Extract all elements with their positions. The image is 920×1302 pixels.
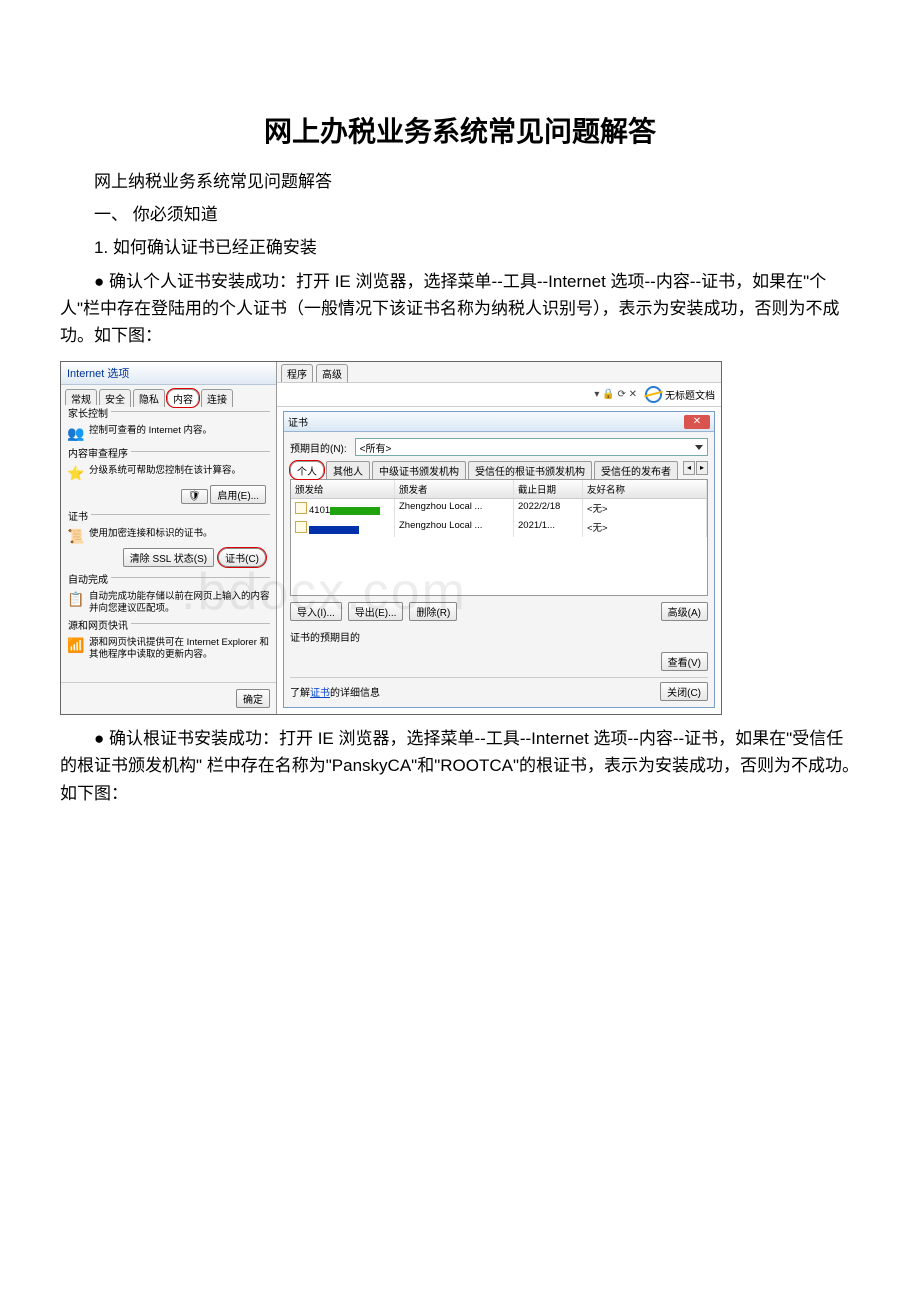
learn-link[interactable]: 证书 <box>310 688 330 699</box>
cert-tab-trusted-root[interactable]: 受信任的根证书颁发机构 <box>468 461 592 479</box>
purpose-dropdown[interactable]: <所有> <box>355 438 708 456</box>
close-icon[interactable]: ✕ <box>684 415 710 429</box>
learn-more-text: 了解证书的详细信息 <box>290 684 380 699</box>
clear-ssl-button[interactable]: 清除 SSL 状态(S) <box>123 548 214 567</box>
purpose-value: <所有> <box>360 440 392 455</box>
rss-icon: 📶 <box>67 637 85 655</box>
group-rating: 内容审查程序 ⭐ 分级系统可帮助您控制在该计算容。 🛡 启用(E)... <box>67 451 270 506</box>
cert-row[interactable]: 4101 Zhengzhou Local ... 2022/2/18 <无> <box>291 499 707 518</box>
group-family: 家长控制 👥 控制可查看的 Internet 内容。 <box>67 411 270 443</box>
internet-options-dialog: Internet 选项 常规 安全 隐私 内容 连接 家长控制 👥 控制可查看的… <box>61 362 277 714</box>
row1-expires: 2021/1... <box>514 518 583 537</box>
certificates-button[interactable]: 证书(C) <box>218 548 266 567</box>
certificates-dialog: 证书 ✕ 预期目的(N): <所有> 个人 其他人 中级证书颁发机构 <box>283 411 715 708</box>
paragraph-answer1: ● 确认个人证书安装成功：打开 IE 浏览器，选择菜单--工具--Interne… <box>60 268 860 350</box>
group-auto-text: 自动完成功能存储以前在网页上输入的内容并向您建议匹配项。 <box>89 591 270 615</box>
group-feed-text: 源和网页快讯提供可在 Internet Explorer 和其他程序中读取的更新… <box>89 637 270 661</box>
row0-friendly: <无> <box>583 499 707 518</box>
col-friendly[interactable]: 友好名称 <box>583 480 707 498</box>
group-feed-title: 源和网页快讯 <box>65 617 131 632</box>
row0-prefix: 4101 <box>309 505 330 516</box>
col-issued-to[interactable]: 颁发给 <box>291 480 395 498</box>
purpose-label: 预期目的(N): <box>290 440 347 455</box>
learn-suffix: 的详细信息 <box>330 688 380 699</box>
page-title-label: 无标题文档 <box>665 387 715 402</box>
group-family-text: 控制可查看的 Internet 内容。 <box>89 425 212 437</box>
row1-issuer: Zhengzhou Local ... <box>395 518 514 537</box>
cert-tab-personal[interactable]: 个人 <box>290 461 324 479</box>
tab-scroll-left-icon[interactable]: ◂ <box>683 461 695 475</box>
cert-dialog-title: 证书 <box>288 414 308 429</box>
people-icon: 👥 <box>67 425 85 443</box>
group-cert-text: 使用加密连接和标识的证书。 <box>89 528 213 540</box>
advanced-button[interactable]: 高级(A) <box>661 602 708 621</box>
cert-list-header: 颁发给 颁发者 截止日期 友好名称 <box>291 480 707 499</box>
chevron-down-icon <box>695 445 703 450</box>
cert-tab-others[interactable]: 其他人 <box>326 461 370 479</box>
tab-privacy[interactable]: 隐私 <box>133 389 165 407</box>
row1-friendly: <无> <box>583 518 707 537</box>
certificate-icon: 📜 <box>67 528 85 546</box>
cert-item-icon <box>295 521 307 533</box>
toolbar-controls[interactable]: ▾ 🔒 ⟳ ✕ <box>594 389 637 400</box>
group-rating-text: 分级系统可帮助您控制在该计算容。 <box>89 465 241 477</box>
cert-row[interactable]: Zhengzhou Local ... 2021/1... <无> <box>291 518 707 537</box>
col-issuer[interactable]: 颁发者 <box>395 480 514 498</box>
embedded-screenshot: .bdocx.com Internet 选项 常规 安全 隐私 内容 连接 家长… <box>60 361 722 715</box>
tab-scroll-right-icon[interactable]: ▸ <box>696 461 708 475</box>
group-family-title: 家长控制 <box>65 405 111 420</box>
group-auto-title: 自动完成 <box>65 571 111 586</box>
ie-icon <box>645 386 662 403</box>
paragraph-answer2: ● 确认根证书安装成功：打开 IE 浏览器，选择菜单--工具--Internet… <box>60 725 860 807</box>
tab-advanced[interactable]: 高级 <box>316 364 348 382</box>
view-button[interactable]: 查看(V) <box>661 652 708 671</box>
enable-button[interactable]: 启用(E)... <box>210 485 266 504</box>
cert-tab-trusted-pub[interactable]: 受信任的发布者 <box>594 461 678 479</box>
cert-tab-intermediate[interactable]: 中级证书颁发机构 <box>372 461 466 479</box>
paragraph-q1: 1. 如何确认证书已经正确安装 <box>60 234 860 261</box>
dialog-title: Internet 选项 <box>61 362 276 385</box>
cert-list: 颁发给 颁发者 截止日期 友好名称 4101 Zhengzhou Local .… <box>290 480 708 596</box>
cert-purpose-section-label: 证书的预期目的 <box>290 629 708 644</box>
doc-title: 网上办税业务系统常见问题解答 <box>60 110 860 150</box>
cert-item-icon <box>295 502 307 514</box>
star-icon: ⭐ <box>67 465 85 483</box>
paragraph-subtitle: 网上纳税业务系统常见问题解答 <box>60 168 860 195</box>
row0-expires: 2022/2/18 <box>514 499 583 518</box>
remove-button[interactable]: 删除(R) <box>409 602 457 621</box>
group-auto: 自动完成 📋 自动完成功能存储以前在网页上输入的内容并向您建议匹配项。 <box>67 577 270 615</box>
export-button[interactable]: 导出(E)... <box>348 602 404 621</box>
learn-prefix: 了解 <box>290 688 310 699</box>
row0-issuer: Zhengzhou Local ... <box>395 499 514 518</box>
group-rating-title: 内容审查程序 <box>65 445 131 460</box>
cert-tabs: 个人 其他人 中级证书颁发机构 受信任的根证书颁发机构 受信任的发布者 ◂ ▸ <box>290 461 708 480</box>
group-cert: 证书 📜 使用加密连接和标识的证书。 清除 SSL 状态(S) 证书(C) <box>67 514 270 569</box>
ok-button[interactable]: 确定 <box>236 689 270 708</box>
group-feed: 源和网页快讯 📶 源和网页快讯提供可在 Internet Explorer 和其… <box>67 623 270 661</box>
options-tabs: 常规 安全 隐私 内容 连接 <box>61 385 276 407</box>
import-button[interactable]: 导入(I)... <box>290 602 342 621</box>
form-icon: 📋 <box>67 591 85 609</box>
tab-programs[interactable]: 程序 <box>281 364 313 382</box>
col-expires[interactable]: 截止日期 <box>514 480 583 498</box>
shield-icon: 🛡 <box>181 489 208 504</box>
browser-toolbar: ▾ 🔒 ⟳ ✕ 无标题文档 <box>277 383 721 407</box>
tab-content[interactable]: 内容 <box>167 389 199 407</box>
group-cert-title: 证书 <box>65 508 91 523</box>
paragraph-section1: 一、 你必须知道 <box>60 201 860 228</box>
close-button[interactable]: 关闭(C) <box>660 682 708 701</box>
redacted-blue <box>309 526 359 534</box>
right-panel: 程序 高级 ▾ 🔒 ⟳ ✕ 无标题文档 证书 ✕ 预 <box>277 362 721 714</box>
tab-connection[interactable]: 连接 <box>201 389 233 407</box>
redacted-green <box>330 507 380 515</box>
